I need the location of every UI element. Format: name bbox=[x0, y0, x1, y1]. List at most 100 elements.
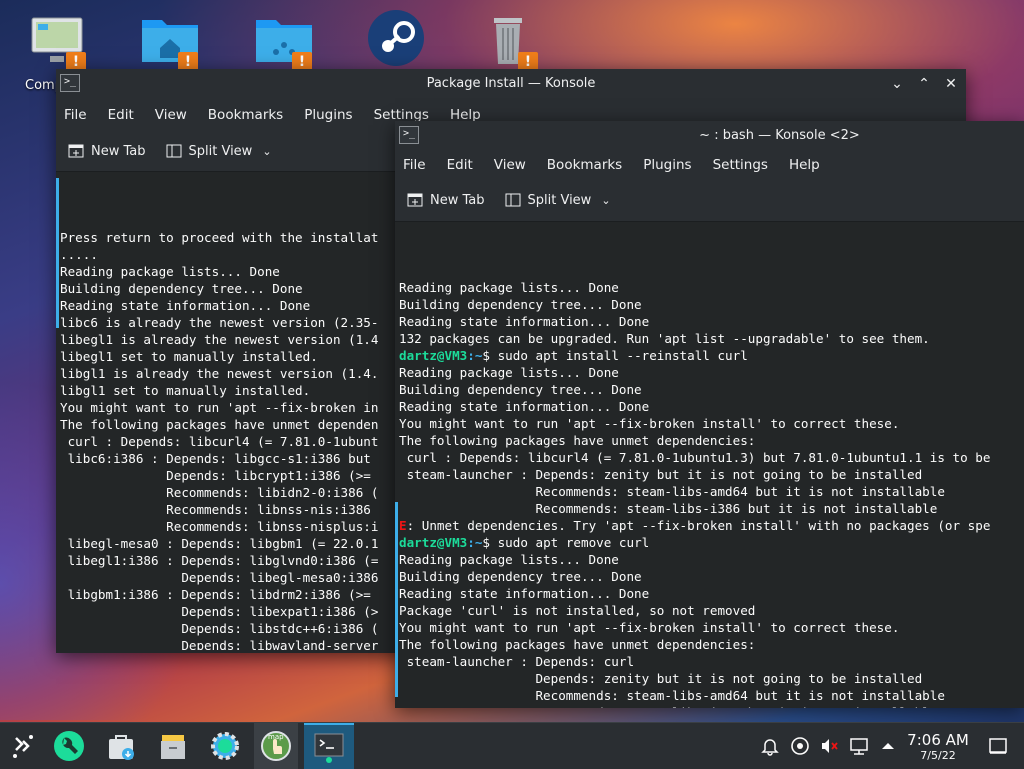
terminal-line-text: steam-launcher : Depends: curl bbox=[399, 654, 635, 669]
window-title: ~ : bash — Konsole <2> bbox=[699, 128, 860, 143]
chevron-down-icon[interactable]: ⌄ bbox=[262, 145, 271, 158]
clock-date: 7/5/22 bbox=[920, 749, 956, 762]
prompt-path: :~ bbox=[467, 348, 483, 363]
menu-help[interactable]: Help bbox=[789, 157, 820, 173]
terminal-error-line: E: Unmet dependencies. Try 'apt --fix-br… bbox=[399, 517, 1024, 534]
new-tab-button[interactable]: New Tab bbox=[68, 144, 146, 159]
terminal-line-text: 132 packages can be upgraded. Run 'apt l… bbox=[399, 331, 930, 346]
titlebar[interactable]: >_ Package Install — Konsole ⌄ ⌃ ✕ bbox=[56, 69, 966, 99]
terminal-line-text: You might want to run 'apt --fix-broken … bbox=[399, 416, 900, 431]
menu-edit[interactable]: Edit bbox=[447, 157, 473, 173]
terminal-line: Depends: zenity but it is not going to b… bbox=[399, 670, 1024, 687]
minimize-icon[interactable]: ⌄ bbox=[888, 75, 906, 93]
network-wired-icon[interactable] bbox=[849, 736, 869, 756]
terminal-line: The following packages have unmet depend… bbox=[399, 432, 1024, 449]
terminal-output[interactable]: Reading package lists... Done Building de… bbox=[395, 222, 1024, 708]
file-archive-icon[interactable] bbox=[156, 729, 190, 763]
clock[interactable]: 7:06 AM 7/5/22 bbox=[898, 732, 978, 763]
new-tab-label: New Tab bbox=[430, 192, 485, 208]
terminal-line-text: Recommends: steam-libs-i386 but it is no… bbox=[399, 501, 938, 516]
konsole-app-icon[interactable]: >_ bbox=[399, 126, 419, 144]
error-prefix: E bbox=[399, 518, 407, 533]
terminal-line-text: Recommends: steam-libs-amd64 but it is n… bbox=[399, 688, 945, 703]
trash-desktop-icon[interactable]: ! bbox=[476, 8, 546, 72]
map-app-task[interactable]: map bbox=[254, 723, 298, 769]
split-view-icon bbox=[166, 144, 181, 158]
terminal-prompt-line: dartz@VM3:~$ sudo apt remove curl bbox=[399, 534, 1024, 551]
scroll-marker bbox=[395, 502, 398, 697]
new-tab-button[interactable]: New Tab bbox=[407, 193, 485, 208]
menu-view[interactable]: View bbox=[155, 107, 187, 123]
show-desktop-icon[interactable] bbox=[988, 736, 1008, 756]
menu-plugins[interactable]: Plugins bbox=[304, 107, 352, 123]
taskbar: map 7:06 AM 7/5/22 bbox=[0, 722, 1024, 769]
terminal-line: Reading state information... Done bbox=[399, 398, 1024, 415]
volume-muted-icon[interactable] bbox=[819, 736, 839, 756]
new-tab-icon bbox=[407, 193, 423, 207]
new-tab-icon bbox=[68, 144, 84, 158]
map-badge: map bbox=[268, 733, 284, 741]
terminal-line: steam-launcher : Depends: zenity but it … bbox=[399, 466, 1024, 483]
terminal-line: 132 packages can be upgraded. Run 'apt l… bbox=[399, 330, 1024, 347]
terminal-line: steam-launcher : Depends: curl bbox=[399, 653, 1024, 670]
notifications-bell-icon[interactable] bbox=[760, 736, 780, 756]
maximize-icon[interactable]: ⌃ bbox=[915, 75, 933, 93]
chevron-down-icon[interactable]: ⌄ bbox=[601, 194, 610, 207]
menu-edit[interactable]: Edit bbox=[108, 107, 134, 123]
terminal-line-text: curl : Depends: libcurl4 (= 7.81.0-1ubun… bbox=[399, 450, 991, 465]
terminal-line-text: Recommends: steam-libs-i386 but it is no… bbox=[399, 705, 937, 708]
terminal-line: Reading package lists... Done bbox=[399, 364, 1024, 381]
steam-icon bbox=[368, 10, 424, 66]
terminal-line-text: Reading state information... Done bbox=[399, 586, 650, 601]
terminal-line: curl : Depends: libcurl4 (= 7.81.0-1ubun… bbox=[399, 449, 1024, 466]
terminal-line: Reading state information... Done bbox=[399, 313, 1024, 330]
split-view-label: Split View bbox=[527, 192, 592, 208]
menu-view[interactable]: View bbox=[494, 157, 526, 173]
menu-file[interactable]: File bbox=[64, 107, 87, 123]
terminal-line-text: Reading state information... Done bbox=[399, 314, 650, 329]
tray-expand-arrow-icon[interactable] bbox=[878, 736, 898, 756]
menu-bookmarks[interactable]: Bookmarks bbox=[547, 157, 622, 173]
terminal-line-text: Building dependency tree... Done bbox=[399, 297, 642, 312]
konsole-task-active[interactable] bbox=[304, 723, 354, 769]
terminal-line-text: You might want to run 'apt --fix-broken … bbox=[399, 620, 900, 635]
terminal-line-text: Reading package lists... Done bbox=[399, 365, 619, 380]
scroll-marker bbox=[56, 178, 59, 328]
close-icon[interactable]: ✕ bbox=[942, 75, 960, 93]
terminal-line-text: Reading package lists... Done bbox=[399, 552, 619, 567]
split-view-button[interactable]: Split View ⌄ bbox=[166, 144, 272, 159]
terminal-line: You might want to run 'apt --fix-broken … bbox=[399, 415, 1024, 432]
menubar: File Edit View Bookmarks Plugins Setting… bbox=[395, 151, 1024, 179]
terminal-line: Recommends: steam-libs-amd64 but it is n… bbox=[399, 483, 1024, 500]
konsole-window-bash[interactable]: >_ ~ : bash — Konsole <2> File Edit View… bbox=[395, 121, 1024, 708]
system-settings-wrench-icon[interactable] bbox=[52, 729, 86, 763]
computer-desktop-icon[interactable]: ! bbox=[24, 8, 94, 72]
update-refresh-icon[interactable] bbox=[790, 736, 810, 756]
new-tab-label: New Tab bbox=[91, 143, 146, 159]
menu-settings[interactable]: Settings bbox=[713, 157, 768, 173]
terminal-line: The following packages have unmet depend… bbox=[399, 636, 1024, 653]
terminal-line: Recommends: steam-libs-i386 but it is no… bbox=[399, 500, 1024, 517]
app-launcher-icon[interactable] bbox=[6, 729, 40, 763]
terminal-line-text: The following packages have unmet depend… bbox=[399, 637, 756, 652]
terminal-line: Recommends: steam-libs-i386 but it is no… bbox=[399, 704, 1024, 708]
home-folder-desktop-icon[interactable]: ! bbox=[136, 8, 206, 72]
prompt-path: :~ bbox=[467, 535, 483, 550]
terminal-line: Reading state information... Done bbox=[399, 585, 1024, 602]
terminal-line-text: $ sudo apt remove curl bbox=[482, 535, 650, 550]
network-folder-desktop-icon[interactable]: ! bbox=[250, 8, 320, 72]
clock-time: 7:06 AM bbox=[907, 731, 969, 749]
terminal-line: Reading package lists... Done bbox=[399, 279, 1024, 296]
discover-store-icon[interactable] bbox=[104, 729, 138, 763]
terminal-prompt-line: dartz@VM3:~$ sudo apt install --reinstal… bbox=[399, 347, 1024, 364]
steam-desktop-icon[interactable] bbox=[362, 8, 432, 72]
terminal-line: Building dependency tree... Done bbox=[399, 381, 1024, 398]
menu-file[interactable]: File bbox=[403, 157, 426, 173]
menu-bookmarks[interactable]: Bookmarks bbox=[208, 107, 283, 123]
prompt-user: dartz@VM3 bbox=[399, 348, 468, 363]
titlebar[interactable]: >_ ~ : bash — Konsole <2> bbox=[395, 121, 1024, 151]
split-view-button[interactable]: Split View ⌄ bbox=[505, 193, 611, 208]
menu-plugins[interactable]: Plugins bbox=[643, 157, 691, 173]
system-settings-gear-icon[interactable] bbox=[208, 729, 242, 763]
terminal-line-text: Building dependency tree... Done bbox=[399, 382, 642, 397]
